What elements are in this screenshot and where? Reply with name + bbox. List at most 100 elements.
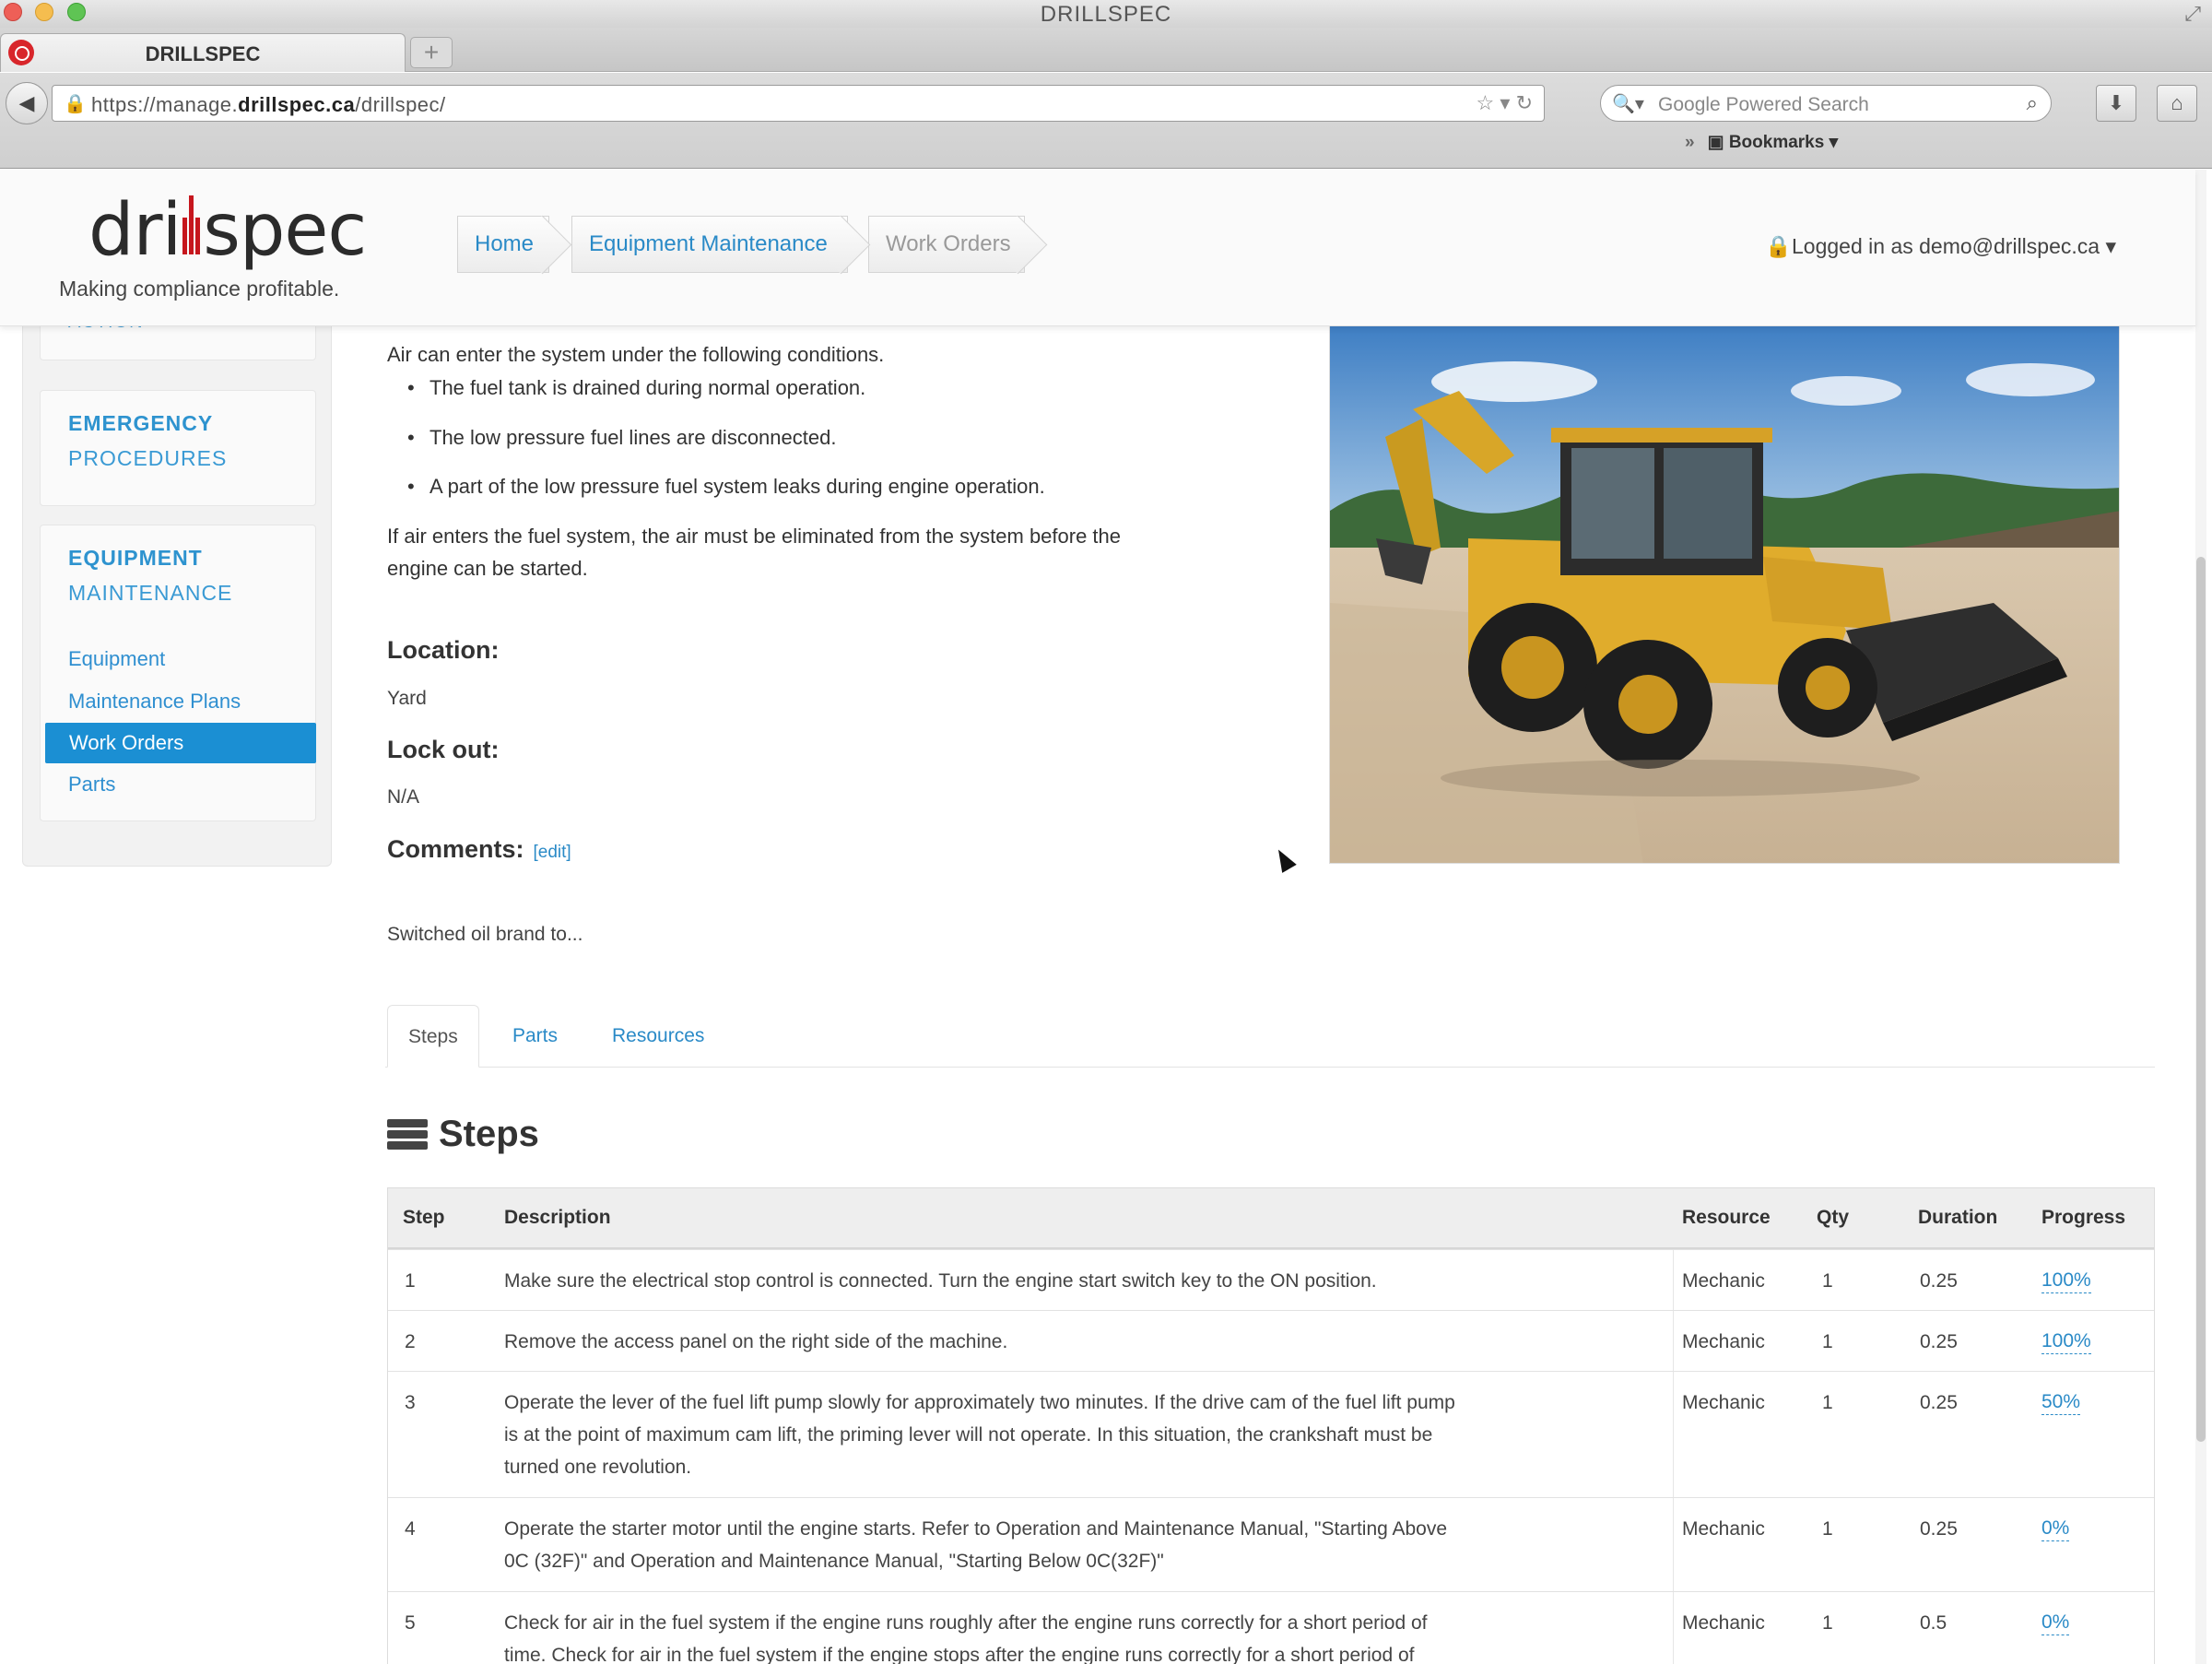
step-description-line: Operate the starter motor until the engi…: [504, 1518, 1448, 1540]
step-qty: 1: [1822, 1392, 1833, 1413]
step-description-line: Operate the lever of the fuel lift pump …: [504, 1392, 1455, 1413]
dropdown-icon[interactable]: ▾: [1500, 91, 1510, 114]
step-duration: 0.5: [1920, 1612, 1947, 1634]
step-qty: 1: [1822, 1270, 1833, 1292]
breadcrumb-work-orders: Work Orders: [868, 216, 1025, 273]
step-description-line: time. Check for air in the fuel system i…: [504, 1645, 1415, 1664]
comments-label: Comments: [edit]: [387, 835, 571, 863]
column-header-description[interactable]: Description: [504, 1207, 611, 1229]
user-menu[interactable]: 🔒Logged in as demo@drillspec.ca ▾: [1765, 234, 2116, 259]
downloads-button[interactable]: ⬇: [2096, 85, 2136, 122]
sidebar-item-equipment[interactable]: Equipment: [68, 647, 165, 671]
table-row: 5 Check for air in the fuel system if th…: [388, 1591, 2154, 1664]
bookmarks-menu[interactable]: » ▣ Bookmarks ▾: [1685, 132, 1838, 153]
mouse-cursor-icon: [1271, 845, 1297, 873]
lock-icon: 🔒: [1765, 234, 1793, 258]
table-row: 1 Make sure the electrical stop control …: [388, 1249, 2154, 1310]
reload-icon[interactable]: ↻: [1516, 91, 1533, 114]
home-icon: ⌂: [2171, 91, 2183, 114]
step-resource: Mechanic: [1682, 1270, 1765, 1292]
sidebar-card-emergency: EMERGENCY PROCEDURES: [40, 390, 316, 506]
condition-item: A part of the low pressure fuel system l…: [407, 475, 1045, 499]
step-number: 2: [405, 1331, 416, 1352]
step-qty: 1: [1822, 1518, 1833, 1540]
step-duration: 0.25: [1920, 1270, 1958, 1292]
page-scrollbar[interactable]: [2195, 170, 2206, 1664]
step-duration: 0.25: [1920, 1392, 1958, 1413]
breadcrumb-home[interactable]: Home: [457, 216, 549, 273]
step-duration: 0.25: [1920, 1518, 1958, 1540]
column-header-duration[interactable]: Duration: [1918, 1207, 1997, 1229]
tab-parts[interactable]: Parts: [512, 1005, 558, 1068]
step-progress-link[interactable]: 0%: [2041, 1611, 2070, 1635]
sidebar-item-work-orders[interactable]: Work Orders: [45, 723, 316, 763]
browser-tab[interactable]: DRILLSPEC: [0, 33, 406, 72]
lockout-label: Lock out:: [387, 736, 500, 763]
breadcrumb-equipment-maintenance[interactable]: Equipment Maintenance: [571, 216, 848, 273]
sidebar-card-equipment: EQUIPMENT MAINTENANCE Equipment Maintena…: [40, 525, 316, 821]
step-description-line: Check for air in the fuel system if the …: [504, 1612, 1428, 1634]
column-header-step[interactable]: Step: [403, 1207, 445, 1229]
search-bar[interactable]: 🔍▾ Google Powered Search ⌕: [1600, 85, 2052, 122]
step-resource: Mechanic: [1682, 1392, 1765, 1413]
step-description-line: turned one revolution.: [504, 1457, 692, 1478]
step-number: 4: [405, 1518, 416, 1540]
drillspec-logo[interactable]: dri spec: [88, 184, 367, 272]
address-bar[interactable]: 🔒 https://manage.drillspec.ca/drillspec/…: [52, 85, 1545, 122]
tab-steps[interactable]: Steps: [387, 1005, 479, 1068]
sidebar-item-maintenance-plans[interactable]: Maintenance Plans: [68, 690, 241, 714]
steps-heading: Steps: [439, 1114, 539, 1154]
window-titlebar: DRILLSPEC ⤢: [0, 0, 2212, 28]
paragraph-line-1: If air enters the fuel system, the air m…: [387, 525, 1122, 548]
star-icon[interactable]: ☆: [1477, 91, 1495, 114]
sidebar-heading-equipment[interactable]: EQUIPMENT: [68, 546, 203, 571]
download-icon: ⬇: [2107, 91, 2125, 114]
window-title: DRILLSPEC: [1040, 2, 1172, 27]
detail-tabs: Steps Parts Resources: [385, 1005, 2155, 1068]
sidebar: ACTION EMERGENCY PROCEDURES EQUIPMENT MA…: [22, 296, 332, 867]
step-progress-link[interactable]: 0%: [2041, 1516, 2070, 1541]
search-placeholder: Google Powered Search: [1658, 94, 1869, 115]
table-row: 4 Operate the starter motor until the en…: [388, 1497, 2154, 1591]
step-progress-link[interactable]: 100%: [2041, 1269, 2091, 1293]
equipment-photo: [1329, 325, 2120, 864]
sidebar-heading-emergency[interactable]: EMERGENCY: [68, 411, 213, 436]
fullscreen-icon[interactable]: ⤢: [2184, 2, 2201, 26]
lockout-value: N/A: [387, 786, 420, 808]
step-progress-link[interactable]: 50%: [2041, 1390, 2081, 1415]
search-icon[interactable]: ⌕: [2027, 91, 2038, 115]
scrollbar-thumb[interactable]: [2196, 557, 2206, 1442]
table-header: Step Description Resource Qty Duration P…: [388, 1188, 2154, 1249]
step-progress-link[interactable]: 100%: [2041, 1329, 2091, 1354]
tab-resources[interactable]: Resources: [612, 1005, 704, 1068]
column-header-progress[interactable]: Progress: [2041, 1207, 2125, 1229]
condition-item: The low pressure fuel lines are disconne…: [407, 426, 836, 450]
sidebar-subheading-maintenance[interactable]: MAINTENANCE: [68, 581, 232, 606]
bookmarks-icon: ▣: [1707, 133, 1729, 152]
tagline: Making compliance profitable.: [59, 277, 340, 301]
comments-edit-link[interactable]: [edit]: [534, 843, 571, 862]
intro-text: Air can enter the system under the follo…: [387, 343, 885, 366]
home-button[interactable]: ⌂: [2157, 85, 2197, 122]
search-engine-icon[interactable]: 🔍▾: [1612, 92, 1644, 115]
steps-table: Step Description Resource Qty Duration P…: [387, 1187, 2155, 1664]
steps-list-icon: [387, 1119, 428, 1151]
table-row: 3 Operate the lever of the fuel lift pum…: [388, 1371, 2154, 1497]
step-number: 3: [405, 1392, 416, 1413]
step-number: 1: [405, 1270, 416, 1292]
back-button[interactable]: ◀: [6, 82, 48, 124]
url-actions: ☆ ▾ ↻: [1477, 91, 1533, 115]
column-header-qty[interactable]: Qty: [1817, 1207, 1849, 1229]
sidebar-subheading-procedures[interactable]: PROCEDURES: [68, 446, 227, 471]
step-description: Make sure the electrical stop control is…: [504, 1270, 1377, 1292]
column-header-resource[interactable]: Resource: [1682, 1207, 1771, 1229]
paragraph-line-2: engine can be started.: [387, 557, 588, 580]
browser-toolbar: ◀ 🔒 https://manage.drillspec.ca/drillspe…: [0, 73, 2212, 169]
sidebar-item-parts[interactable]: Parts: [68, 773, 115, 797]
comment-text: Switched oil brand to...: [387, 924, 583, 945]
browser-tab-title: DRILLSPEC: [145, 42, 261, 65]
new-tab-button[interactable]: +: [410, 37, 453, 68]
location-label: Location:: [387, 636, 500, 664]
step-resource: Mechanic: [1682, 1331, 1765, 1352]
step-resource: Mechanic: [1682, 1612, 1765, 1634]
